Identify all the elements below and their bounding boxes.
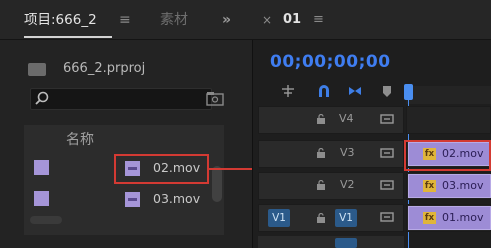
panel-menu-icon[interactable]: ≡ [119, 0, 131, 40]
video-clip-icon [125, 192, 140, 207]
playhead-timecode[interactable]: 00;00;00;00 [270, 52, 391, 72]
sequence-tab[interactable]: 01 [283, 0, 301, 40]
track-header-audio[interactable] [258, 236, 404, 248]
drop-target-highlight [404, 140, 491, 171]
sync-lock-icon[interactable] [380, 211, 394, 223]
lock-icon[interactable] [316, 114, 326, 124]
nest-sequence-icon[interactable] [279, 84, 297, 98]
column-header-name[interactable]: 名称 [66, 128, 94, 152]
track-target-v1[interactable]: V1 [335, 209, 357, 227]
time-ruler[interactable] [406, 86, 491, 104]
project-file-name: 666_2.prproj [63, 61, 146, 76]
active-tab-underline [24, 36, 112, 38]
add-marker-icon[interactable] [378, 84, 396, 98]
track-v4[interactable] [406, 106, 491, 134]
snap-magnet-icon[interactable] [315, 84, 333, 98]
tab-media-browser[interactable]: 素材 [160, 0, 188, 40]
playhead-marker[interactable] [404, 84, 413, 100]
horizontal-scrollbar[interactable] [30, 216, 62, 224]
sync-lock-icon[interactable] [380, 113, 394, 125]
lock-icon[interactable] [316, 213, 326, 223]
track-label-v3[interactable]: V3 [340, 144, 355, 162]
tab-project[interactable]: 项目:666_2 [24, 0, 97, 40]
sync-lock-icon[interactable] [380, 147, 394, 159]
lock-icon[interactable] [316, 180, 326, 190]
source-patch-v1[interactable]: V1 [268, 209, 290, 227]
panel-menu-icon[interactable]: ≡ [313, 0, 324, 40]
search-input[interactable] [30, 88, 212, 110]
clip-name: 01.mov [442, 211, 484, 224]
clip-color-label [34, 191, 49, 206]
clip-color-label [34, 160, 49, 175]
lock-icon[interactable] [316, 148, 326, 158]
project-file-icon [28, 63, 46, 76]
linked-selection-icon[interactable] [346, 84, 364, 98]
track-label-v4[interactable]: V4 [339, 110, 354, 128]
fx-badge-icon: fx [423, 180, 436, 192]
close-icon[interactable]: × [262, 0, 272, 40]
audio-target-button[interactable] [335, 238, 357, 248]
sync-lock-icon[interactable] [380, 179, 394, 191]
track-label-v2[interactable]: V2 [340, 176, 355, 194]
fx-badge-icon: fx [423, 212, 436, 224]
clip-name: 03.mov [442, 179, 484, 192]
list-item[interactable]: 03.mov [153, 190, 200, 208]
search-icon [35, 91, 49, 105]
new-search-bin-icon[interactable] [205, 90, 225, 108]
tab-overflow-icon[interactable]: » [222, 0, 231, 40]
drag-highlight-source [114, 154, 209, 184]
vertical-scrollbar[interactable] [212, 166, 222, 202]
